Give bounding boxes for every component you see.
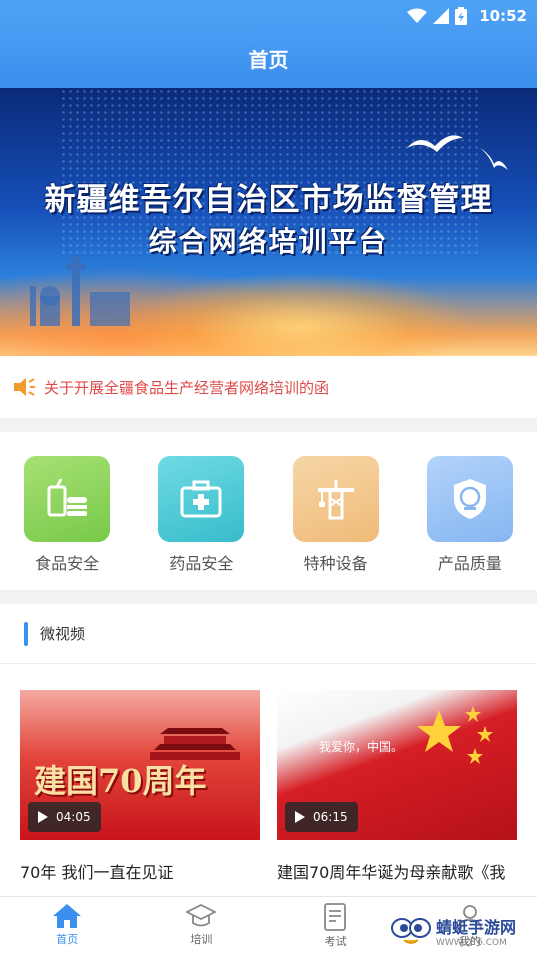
video-card[interactable]: 建国70周年 04:05 70年 我们一直在见证 — [20, 690, 260, 916]
category-label: 产品质量 — [437, 554, 502, 573]
duration-badge: 04:05 — [28, 802, 101, 832]
flag-stars-icon — [417, 706, 493, 764]
site-watermark: 蜻蜓手游网 WWW.QT6.COM — [390, 914, 516, 948]
section-accent-bar — [24, 621, 28, 646]
video-card[interactable]: 我爱你，中国。 06:15 建国70周年华诞为母亲献歌《我 — [277, 690, 517, 916]
category-special-equipment[interactable]: 特种设备 — [281, 456, 391, 590]
play-icon — [295, 811, 305, 823]
notice-bar[interactable]: 关于开展全疆食品生产经营者网络培训的函 — [0, 356, 537, 418]
video-duration: 04:05 — [56, 810, 91, 824]
duration-badge: 06:15 — [285, 802, 358, 832]
tab-exam[interactable]: 考试 — [269, 897, 403, 956]
medkit-icon — [180, 480, 222, 518]
tab-label: 培训 — [190, 933, 213, 946]
drug-safety-tile — [158, 456, 245, 542]
section-header: 微视频 — [0, 604, 537, 664]
status-time: 10:52 — [479, 7, 527, 25]
category-drug-safety[interactable]: 药品安全 — [146, 456, 256, 590]
hero-banner[interactable]: 新疆维吾尔自治区市场监督管理 综合网络培训平台 — [0, 88, 537, 356]
battery-icon — [455, 7, 468, 25]
category-grid: 食品安全 药品安全 特种设备 产品质量 — [0, 432, 537, 590]
video-thumbnail[interactable]: 建国70周年 04:05 — [20, 690, 260, 840]
wifi-icon — [407, 8, 428, 23]
tab-label: 考试 — [324, 935, 347, 948]
city-skyline-illustration — [30, 256, 130, 326]
video-duration: 06:15 — [313, 810, 348, 824]
category-label: 药品安全 — [169, 554, 234, 573]
category-label: 特种设备 — [303, 554, 368, 573]
graduation-cap-icon — [186, 903, 217, 927]
app-screen: 10:52 首页 新疆维吾尔自治区市场监督管理 综合网络培训平台 关于开展全疆食… — [0, 0, 537, 956]
category-label: 食品安全 — [35, 554, 100, 573]
status-bar: 10:52 — [407, 4, 527, 28]
seagull-icon — [480, 148, 508, 170]
shield-badge-icon — [453, 479, 486, 519]
banner-title-line2: 综合网络培训平台 — [148, 225, 389, 258]
home-icon — [53, 904, 82, 928]
thumbnail-caption: 我爱你，中国。 — [319, 740, 404, 754]
notice-text: 关于开展全疆食品生产经营者网络培训的函 — [44, 378, 330, 397]
video-thumbnail[interactable]: 我爱你，中国。 06:15 — [277, 690, 517, 840]
page-title: 首页 — [248, 48, 289, 72]
category-food-safety[interactable]: 食品安全 — [12, 456, 122, 590]
watermark-name: 蜻蜓手游网 — [436, 918, 517, 937]
exam-sheet-icon — [323, 903, 346, 931]
speaker-icon — [14, 378, 35, 396]
section-title: 微视频 — [40, 625, 86, 643]
food-safety-tile — [24, 456, 111, 542]
top-bar: 10:52 首页 — [0, 0, 537, 88]
tiananmen-illustration — [150, 728, 240, 760]
thumbnail-caption: 建国70周年 — [34, 762, 207, 800]
dragonfly-logo-icon — [391, 918, 431, 944]
tab-training[interactable]: 培训 — [134, 897, 268, 956]
micro-video-section: 微视频 建国70周年 04:05 70年 我们一直在见证 我爱你，中国。 06:… — [0, 604, 537, 896]
watermark-url: WWW.QT6.COM — [436, 938, 507, 948]
tab-label: 首页 — [56, 933, 79, 946]
signal-icon — [433, 8, 450, 24]
tab-home[interactable]: 首页 — [0, 897, 134, 956]
product-quality-tile — [426, 456, 513, 542]
food-icon — [47, 479, 88, 517]
play-icon — [38, 811, 48, 823]
category-product-quality[interactable]: 产品质量 — [415, 456, 525, 590]
crane-icon — [317, 480, 354, 520]
banner-title-line1: 新疆维吾尔自治区市场监督管理 — [44, 182, 493, 218]
special-equipment-tile — [292, 456, 379, 542]
seagull-icon — [407, 135, 463, 152]
